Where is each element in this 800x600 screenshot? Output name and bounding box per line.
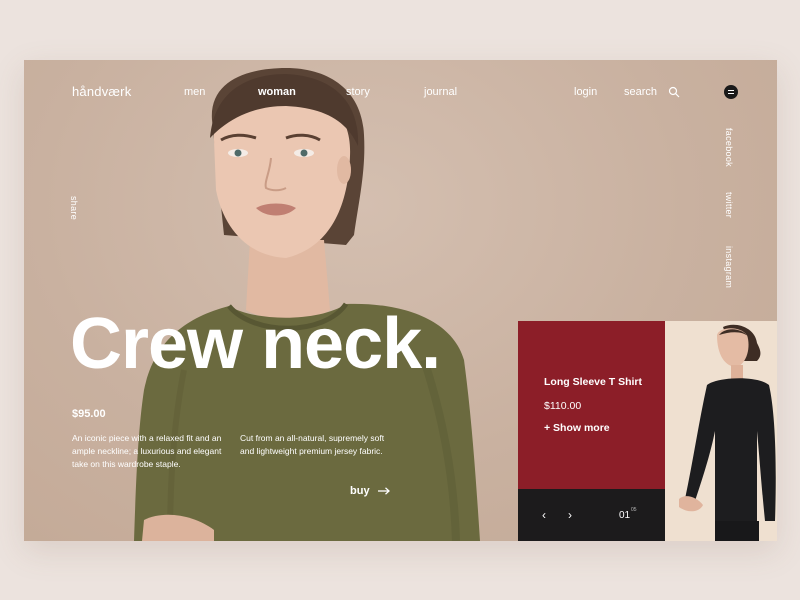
product-name: Long Sleeve T Shirt xyxy=(544,376,643,388)
hero-description-right: Cut from an all-natural, supremely soft … xyxy=(240,433,385,456)
nav-story[interactable]: story xyxy=(346,86,370,98)
hero-banner: håndværk men woman story journal login s… xyxy=(24,60,777,541)
product-image[interactable] xyxy=(665,321,777,541)
search-link[interactable]: search xyxy=(624,86,657,98)
twitter-link[interactable]: twitter xyxy=(724,192,734,218)
nav-woman[interactable]: woman xyxy=(258,86,296,98)
arrow-right-icon xyxy=(377,487,390,495)
facebook-link[interactable]: facebook xyxy=(724,128,734,167)
hero-description-left: An iconic piece with a relaxed fit and a… xyxy=(72,433,222,469)
carousel-controls: ‹ › 01 05 xyxy=(518,489,665,541)
page-current: 01 xyxy=(619,510,631,521)
search-icon[interactable] xyxy=(668,86,680,98)
brand-logo[interactable]: håndværk xyxy=(72,84,131,99)
hero-price: $95.00 xyxy=(72,408,106,420)
chevron-left-icon[interactable]: ‹ xyxy=(542,508,546,522)
login-link[interactable]: login xyxy=(574,86,597,98)
hero-headline: Crew neck. xyxy=(70,304,441,384)
share-link[interactable]: share xyxy=(69,196,79,220)
nav-men[interactable]: men xyxy=(184,86,205,98)
product-model-image xyxy=(679,324,776,541)
buy-button[interactable]: buy xyxy=(350,485,390,497)
product-price: $110.00 xyxy=(544,400,582,412)
show-more-button[interactable]: + Show more xyxy=(544,422,610,434)
product-card: Long Sleeve T Shirt $110.00 + Show more xyxy=(518,321,665,489)
buy-label: buy xyxy=(350,485,370,497)
menu-button[interactable] xyxy=(724,85,738,99)
nav-journal[interactable]: journal xyxy=(424,86,457,98)
instagram-link[interactable]: instagram xyxy=(724,246,734,288)
page-total: 05 xyxy=(631,507,637,513)
chevron-right-icon[interactable]: › xyxy=(568,508,572,522)
